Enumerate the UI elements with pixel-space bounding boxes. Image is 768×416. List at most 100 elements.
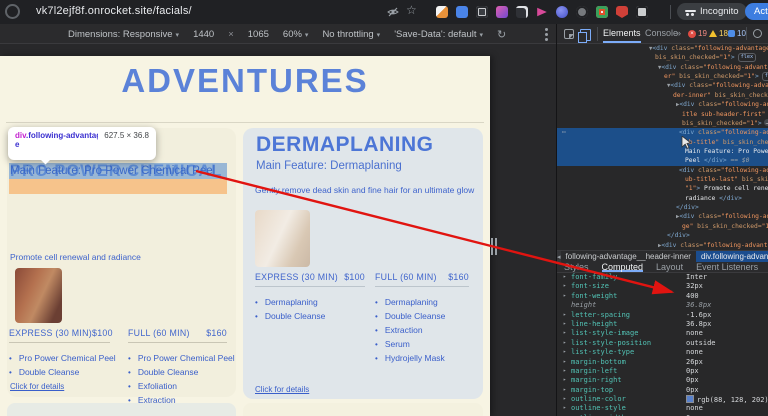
- tree-line[interactable]: <div class="following-adva: [557, 166, 768, 175]
- breadcrumb-parent[interactable]: following-advantage__header-inner: [561, 251, 696, 262]
- tree-line[interactable]: ▼<div class="following-advanta: [557, 63, 768, 72]
- dimensions-times: ×: [228, 28, 234, 40]
- tab-event-listeners[interactable]: Event Listeners: [696, 262, 758, 272]
- extension-icon[interactable]: [556, 6, 568, 18]
- screenshot-root: vk7l2ejf8f.onrocket.site/facials/ ☆ Inco…: [0, 0, 768, 416]
- tree-line[interactable]: ▼<div class="following-advan: [557, 81, 768, 90]
- computed-property-row[interactable]: ▸ outline-style none: [557, 404, 768, 413]
- bullet-icon: •: [128, 353, 131, 363]
- extension-icon[interactable]: [476, 6, 488, 18]
- details-link[interactable]: Click for details: [10, 382, 64, 391]
- card-tagline: Promote cell renewal and radiance: [10, 252, 141, 262]
- computed-property-row[interactable]: ▸ list-style-image none: [557, 329, 768, 338]
- tree-line[interactable]: der-inner" bis_skin_checked: [557, 91, 768, 100]
- list-item: • Double Cleanse: [255, 311, 326, 321]
- tree-line[interactable]: radiance </div>: [557, 194, 768, 203]
- computed-property-row[interactable]: height 36.8px: [557, 301, 768, 310]
- computed-property-row[interactable]: ▸ margin-top 0px: [557, 386, 768, 395]
- tree-line[interactable]: ▶<div class="following-adv: [557, 100, 768, 109]
- device-toolbar-menu-icon[interactable]: [545, 28, 548, 31]
- tree-line[interactable]: ▶<div class="following-advan: [557, 212, 768, 221]
- warning-badge[interactable]: 18: [709, 24, 728, 43]
- computed-property-row[interactable]: ▸ list-style-position outside: [557, 339, 768, 348]
- computed-property-row[interactable]: ▸ list-style-type none: [557, 348, 768, 357]
- issues-badge[interactable]: 10: [728, 24, 746, 43]
- tab-computed[interactable]: Computed: [601, 262, 644, 272]
- computed-property-row[interactable]: ▸ outline-color rgb(88, 128, 202): [557, 395, 768, 404]
- tab-layout[interactable]: Layout: [656, 262, 683, 272]
- throttling-dropdown[interactable]: No throttling ▾: [322, 29, 380, 40]
- more-tabs-icon[interactable]: »: [676, 24, 681, 43]
- computed-property-row[interactable]: ▸ margin-bottom 26px: [557, 358, 768, 367]
- computed-property-row[interactable]: ▸ margin-right 0px: [557, 376, 768, 385]
- price: $160: [448, 272, 469, 282]
- full-header: FULL (60 MIN) $160: [128, 328, 227, 343]
- device-toolbar-toggle-icon[interactable]: [578, 29, 591, 43]
- computed-property-row[interactable]: ▸ letter-spacing -1.6px: [557, 311, 768, 320]
- computed-property-row[interactable]: ▸ font-family Inter: [557, 273, 768, 282]
- inspect-element-icon[interactable]: [564, 29, 574, 39]
- tree-line[interactable]: er" bis_skin_checked="1">fle: [557, 72, 768, 82]
- computed-property-row[interactable]: ▸ margin-left 0px: [557, 367, 768, 376]
- tab-favicon: [5, 4, 20, 19]
- extension-icon[interactable]: [636, 6, 648, 18]
- extension-icon[interactable]: [456, 6, 468, 18]
- preview-eye-off-icon[interactable]: [386, 5, 400, 24]
- bullet-icon: •: [375, 297, 378, 307]
- address-bar-url[interactable]: vk7l2ejf8f.onrocket.site/facials/: [36, 5, 192, 17]
- tree-line[interactable]: ge" bis_skin_checked="1">…: [557, 222, 768, 231]
- computed-property-row[interactable]: ▸ font-size 32px: [557, 282, 768, 291]
- action-button[interactable]: Action re: [745, 3, 768, 20]
- tree-line[interactable]: bis_skin_checked="1">…<: [557, 118, 768, 128]
- save-data-dropdown[interactable]: 'Save-Data': default ▾: [394, 29, 483, 40]
- error-badge[interactable]: × 19: [688, 24, 707, 43]
- page-title: ADVENTURES: [121, 62, 369, 99]
- zoom-dropdown[interactable]: 60% ▾: [283, 29, 309, 40]
- tree-line[interactable]: ub-title-last" bis_skin_ch: [557, 175, 768, 184]
- tree-line[interactable]: ▶<div class="following-advanta: [557, 241, 768, 250]
- details-link[interactable]: Click for details: [255, 385, 309, 394]
- list-item: • Double Cleanse: [128, 367, 199, 377]
- issues-icon: [728, 30, 735, 37]
- devtools-toolbar: Elements Console » × 19 18 10: [557, 24, 768, 44]
- list-item: •Serum: [375, 339, 410, 349]
- viewport-width-input[interactable]: 1440: [193, 29, 214, 40]
- extension-icon[interactable]: [516, 6, 528, 18]
- settings-gear-icon[interactable]: [753, 29, 762, 38]
- tree-line[interactable]: ⋯<div class="following-adva: [557, 128, 768, 138]
- breadcrumb-current[interactable]: div.following-advantage_: [695, 251, 768, 262]
- computed-property-row[interactable]: ▸ font-weight 400: [557, 292, 768, 301]
- bookmark-star-icon[interactable]: ☆: [406, 3, 417, 17]
- tree-line[interactable]: itle sub-header-first": [557, 110, 768, 119]
- price: $160: [206, 328, 227, 338]
- viewport-resize-handle[interactable]: [491, 238, 498, 255]
- bullet-icon: •: [255, 297, 258, 307]
- tab-styles[interactable]: Styles: [564, 262, 589, 272]
- extension-icon[interactable]: [616, 6, 628, 18]
- computed-property-row[interactable]: ▸ line-height 36.8px: [557, 320, 768, 329]
- tree-line[interactable]: </div>: [557, 231, 768, 240]
- extension-icon[interactable]: [436, 6, 448, 18]
- tree-line[interactable]: bis_skin_checked="1"> flex: [557, 53, 768, 63]
- rotate-viewport-icon[interactable]: ↻: [497, 28, 506, 41]
- viewport-height-input[interactable]: 1065: [248, 29, 269, 40]
- express-items: • Dermaplaning • Double Cleanse: [255, 295, 365, 323]
- incognito-badge: Incognito: [677, 3, 747, 20]
- extension-icon[interactable]: [596, 6, 608, 18]
- tab-elements[interactable]: Elements: [603, 24, 641, 43]
- extension-icon[interactable]: [576, 6, 588, 18]
- tree-line[interactable]: ub-title" bis_skin_checked: [557, 137, 768, 147]
- incognito-label: Incognito: [700, 6, 739, 17]
- extension-icon[interactable]: [537, 7, 547, 17]
- extension-icon[interactable]: [496, 6, 508, 18]
- tab-console[interactable]: Console: [645, 24, 678, 43]
- tree-line[interactable]: </div>: [557, 203, 768, 212]
- tree-line[interactable]: Peel </div> == $0: [557, 156, 768, 166]
- tree-line[interactable]: ▼<div class="following-advantage: [557, 44, 768, 53]
- list-item: • Hydrojelly Mask: [375, 353, 445, 363]
- tree-line[interactable]: "1"> Promote cell renewal: [557, 184, 768, 193]
- card-tagline: Gently remove dead skin and fine hair fo…: [255, 185, 475, 195]
- tree-line[interactable]: Main Feature: Pro Power Ch: [557, 146, 768, 157]
- full-header: FULL (60 MIN) $160: [375, 272, 469, 287]
- dimensions-dropdown[interactable]: Dimensions: Responsive ▾: [68, 29, 179, 40]
